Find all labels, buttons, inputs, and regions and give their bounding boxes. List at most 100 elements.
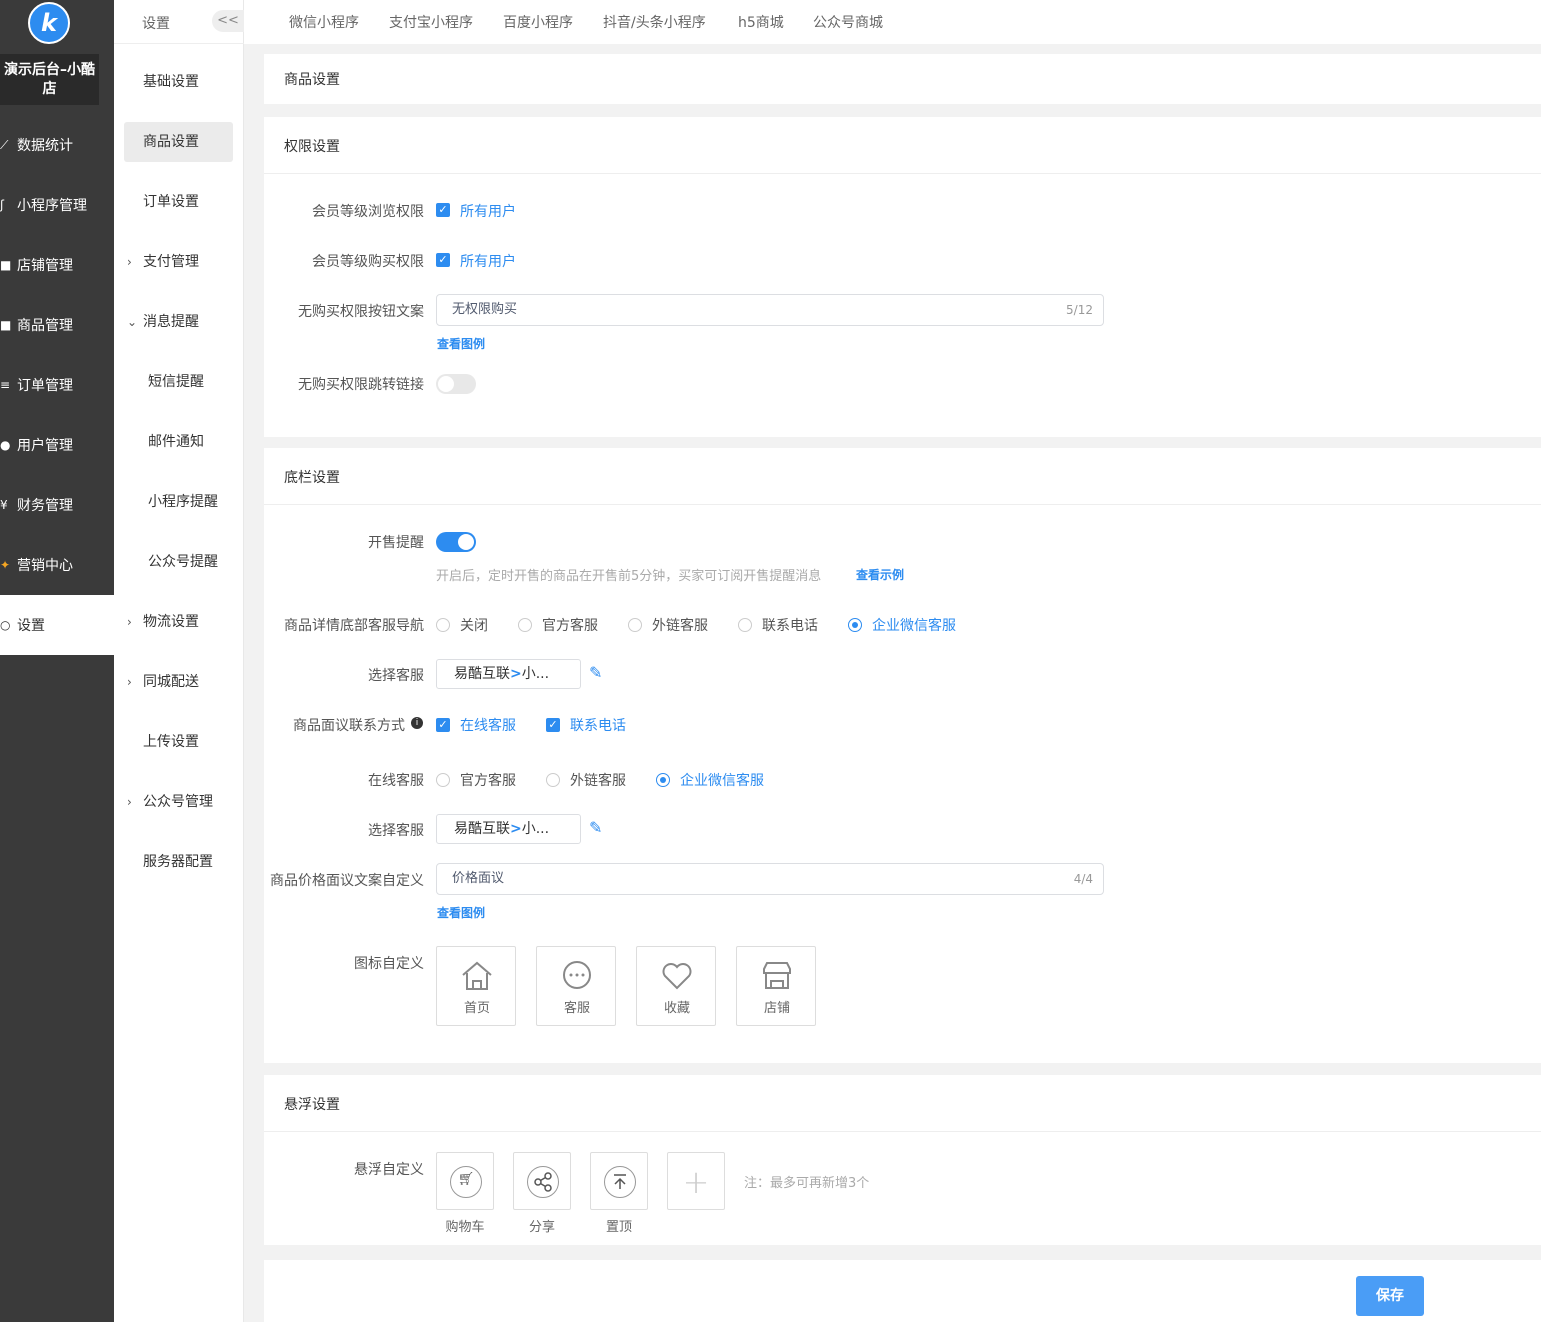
radio-external[interactable] (628, 618, 642, 632)
select-service-box-2[interactable]: 易酷互联>小... (436, 814, 581, 844)
tab-baidu[interactable]: 百度小程序 (503, 12, 573, 32)
float-custom-label: 悬浮自定义 (354, 1162, 424, 1178)
radio-online-external-label[interactable]: 外链客服 (570, 770, 626, 790)
nav-data-stats[interactable]: ⟋ 数据统计 (0, 115, 114, 175)
chat-icon (563, 961, 591, 989)
view-example-link[interactable]: 查看图例 (437, 904, 485, 921)
nav-finance[interactable]: ¥ 财务管理 (0, 475, 114, 535)
radio-wecom[interactable] (848, 618, 862, 632)
icon-store-box[interactable]: 店铺 (736, 946, 816, 1026)
phone-option[interactable]: 联系电话 (570, 715, 626, 735)
nav-miniprogram[interactable]: ʃ 小程序管理 (0, 175, 114, 235)
nav-users[interactable]: ● 用户管理 (0, 415, 114, 475)
radio-official[interactable] (518, 618, 532, 632)
sub-item-payment[interactable]: › 支付管理 (124, 242, 233, 282)
online-service-option[interactable]: 在线客服 (460, 715, 516, 735)
select-value-b: 小... (521, 666, 550, 682)
radio-phone[interactable] (738, 618, 752, 632)
nav-label: 商品管理 (17, 318, 73, 334)
sub-item-sms[interactable]: 短信提醒 (124, 362, 233, 402)
sub-item-basic[interactable]: 基础设置 (124, 62, 233, 102)
browse-checkbox[interactable]: ✓ (436, 203, 450, 217)
icon-home-box[interactable]: 首页 (436, 946, 516, 1026)
button-text-input[interactable]: 无权限购买 5/12 (436, 294, 1104, 326)
nav-label: 订单管理 (17, 378, 73, 394)
tab-h5[interactable]: h5商城 (738, 12, 784, 32)
nav-marketing[interactable]: ✦ 营销中心 (0, 535, 114, 595)
radio-online-wecom[interactable] (656, 773, 670, 787)
radio-online-wecom-label[interactable]: 企业微信客服 (680, 770, 764, 790)
float-cart-box[interactable]: 🛒︎ (436, 1152, 494, 1210)
radio-wecom-label[interactable]: 企业微信客服 (872, 615, 956, 635)
radio-close-label[interactable]: 关闭 (460, 615, 488, 635)
nav-shop[interactable]: ■ 店铺管理 (0, 235, 114, 295)
icon-caption: 首页 (463, 1001, 490, 1016)
radio-external-label[interactable]: 外链客服 (652, 615, 708, 635)
sub-item-local-delivery[interactable]: › 同城配送 (124, 662, 233, 702)
tab-douyin[interactable]: 抖音/头条小程序 (603, 12, 706, 32)
save-button[interactable]: 保存 (1356, 1276, 1424, 1316)
phone-checkbox[interactable]: ✓ (546, 718, 560, 732)
tab-official[interactable]: 公众号商城 (813, 12, 883, 32)
sub-item-goods[interactable]: 商品设置 (124, 122, 233, 162)
sub-item-official-account[interactable]: › 公众号管理 (124, 782, 233, 822)
nav-label: 店铺管理 (17, 258, 73, 274)
sub-item-upload[interactable]: 上传设置 (124, 722, 233, 762)
jump-link-switch[interactable] (436, 374, 476, 394)
radio-online-official-label[interactable]: 官方客服 (460, 770, 516, 790)
float-caption: 置顶 (605, 1220, 632, 1235)
online-service-checkbox[interactable]: ✓ (436, 718, 450, 732)
online-service-label: 在线客服 (368, 773, 424, 789)
tab-alipay[interactable]: 支付宝小程序 (389, 12, 473, 32)
buy-value[interactable]: 所有用户 (460, 251, 516, 271)
sub-item-messages[interactable]: ⌄ 消息提醒 (124, 302, 233, 342)
edit-icon[interactable]: ✎ (589, 818, 609, 838)
float-share-box[interactable] (513, 1152, 571, 1210)
nav-orders[interactable]: ≡ 订单管理 (0, 355, 114, 415)
view-sample-link[interactable]: 查看示例 (856, 566, 904, 583)
divider (264, 504, 1541, 505)
radio-online-external[interactable] (546, 773, 560, 787)
nav-settings[interactable]: ○ 设置 (0, 595, 114, 655)
sub-item-label: 同城配送 (143, 674, 199, 690)
char-count: 5/12 (1066, 303, 1093, 317)
sub-item-official-notice[interactable]: 公众号提醒 (124, 542, 233, 582)
share-glyph (534, 1172, 552, 1192)
price-text-label: 商品价格面议文案自定义 (270, 873, 424, 889)
collapse-button[interactable]: << (212, 10, 244, 32)
settings-sidebar-title: 设置 (142, 16, 170, 32)
sub-item-label: 上传设置 (143, 734, 199, 750)
nav-goods[interactable]: ■ 商品管理 (0, 295, 114, 355)
finance-icon: ¥ (0, 498, 8, 512)
radio-close[interactable] (436, 618, 450, 632)
presale-switch[interactable] (436, 532, 476, 552)
user-icon: ● (0, 438, 11, 452)
sub-item-order[interactable]: 订单设置 (124, 182, 233, 222)
sub-item-miniprogram-notice[interactable]: 小程序提醒 (124, 482, 233, 522)
browse-value[interactable]: 所有用户 (460, 201, 516, 221)
sub-item-email[interactable]: 邮件通知 (124, 422, 233, 462)
cart-icon: 🛒︎ (450, 1166, 482, 1198)
radio-online-official[interactable] (436, 773, 450, 787)
price-text-input[interactable]: 价格面议 4/4 (436, 863, 1104, 895)
float-top-box[interactable] (590, 1152, 648, 1210)
icon-favorite-box[interactable]: 收藏 (636, 946, 716, 1026)
tab-wechat[interactable]: 微信小程序 (289, 12, 359, 32)
sub-item-logistics[interactable]: › 物流设置 (124, 602, 233, 642)
sub-item-label: 基础设置 (143, 74, 199, 90)
icon-custom-label: 图标自定义 (354, 956, 424, 972)
select-service-box[interactable]: 易酷互联>小... (436, 659, 581, 689)
sub-item-server[interactable]: 服务器配置 (124, 842, 233, 882)
order-icon: ≡ (0, 378, 11, 392)
icon-service-box[interactable]: 客服 (536, 946, 616, 1026)
sub-item-label: 小程序提醒 (148, 494, 218, 510)
buy-checkbox[interactable]: ✓ (436, 253, 450, 267)
edit-icon[interactable]: ✎ (589, 663, 609, 683)
info-icon[interactable]: i (411, 717, 423, 729)
nav-label: 用户管理 (17, 438, 73, 454)
nav-label: 财务管理 (17, 498, 73, 514)
view-example-link[interactable]: 查看图例 (437, 335, 485, 352)
radio-phone-label[interactable]: 联系电话 (762, 615, 818, 635)
radio-official-label[interactable]: 官方客服 (542, 615, 598, 635)
float-add-button[interactable]: + (667, 1152, 725, 1210)
